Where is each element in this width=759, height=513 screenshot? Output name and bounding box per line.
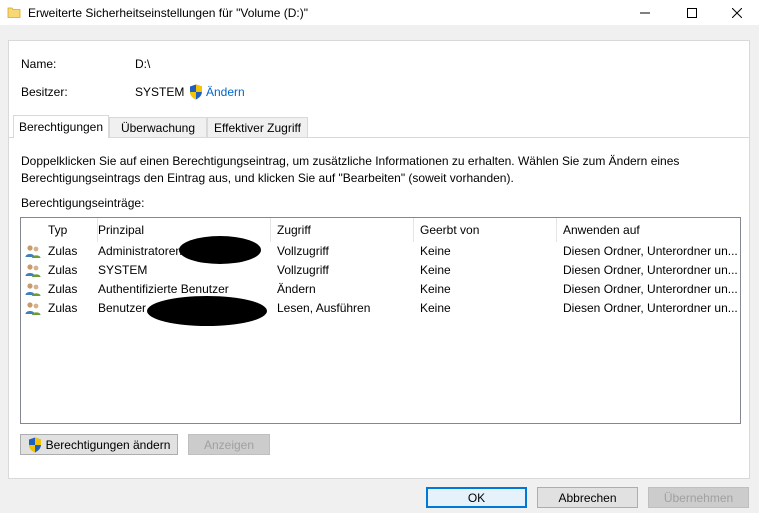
name-label: Name: bbox=[21, 57, 57, 71]
row-principal: Administratoren bbox=[98, 244, 183, 258]
row-type: Zulas bbox=[48, 263, 78, 277]
table-row[interactable]: Zulas Administratoren Vollzugriff Keine … bbox=[21, 242, 740, 261]
tab-effective-access[interactable]: Effektiver Zugriff bbox=[207, 117, 308, 137]
close-button[interactable] bbox=[714, 0, 759, 25]
tab-auditing[interactable]: Überwachung bbox=[109, 117, 207, 137]
redaction-mark bbox=[147, 296, 267, 326]
table-row[interactable]: Zulas Benutzer Lesen, Ausführen Keine Di… bbox=[21, 299, 740, 318]
window-title: Erweiterte Sicherheitseinstellungen für … bbox=[28, 6, 308, 20]
uac-shield-icon bbox=[28, 437, 41, 452]
maximize-button[interactable] bbox=[669, 0, 715, 25]
permission-entries-list[interactable]: Typ Prinzipal Zugriff Geerbt von Anwende… bbox=[20, 217, 741, 424]
instructions-text: Doppelklicken Sie auf einen Berechtigung… bbox=[21, 154, 680, 185]
row-type: Zulas bbox=[48, 301, 78, 315]
title-bar[interactable]: Erweiterte Sicherheitseinstellungen für … bbox=[0, 0, 759, 25]
owner-value: SYSTEM bbox=[135, 85, 185, 99]
tab-permissions[interactable]: Berechtigungen bbox=[13, 115, 109, 138]
row-applies-to: Diesen Ordner, Unterordner un... bbox=[563, 263, 738, 277]
change-permissions-button[interactable]: Berechtigungen ändern bbox=[20, 434, 178, 455]
apply-button[interactable]: Übernehmen bbox=[648, 487, 749, 508]
column-inherited-from[interactable]: Geerbt von bbox=[414, 218, 557, 242]
row-principal: SYSTEM bbox=[98, 263, 148, 277]
show-button[interactable]: Anzeigen bbox=[188, 434, 270, 455]
row-inherited-from: Keine bbox=[420, 244, 451, 258]
change-owner-link[interactable]: Ändern bbox=[206, 85, 245, 99]
row-inherited-from: Keine bbox=[420, 282, 451, 296]
column-applies-to[interactable]: Anwenden auf bbox=[557, 218, 740, 242]
row-inherited-from: Keine bbox=[420, 263, 451, 277]
main-panel: Name: D:\ Besitzer: SYSTEM Ändern Berech… bbox=[8, 40, 750, 479]
close-icon bbox=[732, 7, 742, 18]
permission-entries-label: Berechtigungseinträge: bbox=[21, 196, 145, 210]
table-row[interactable]: Zulas Authentifizierte Benutzer Ändern K… bbox=[21, 280, 740, 299]
row-type: Zulas bbox=[48, 282, 78, 296]
users-icon bbox=[25, 302, 41, 315]
uac-shield-icon bbox=[190, 84, 202, 100]
list-header: Typ Prinzipal Zugriff Geerbt von Anwende… bbox=[21, 218, 740, 242]
row-applies-to: Diesen Ordner, Unterordner un... bbox=[563, 282, 738, 296]
users-icon bbox=[25, 264, 41, 277]
change-permissions-label: Berechtigungen ändern bbox=[45, 437, 171, 452]
row-applies-to: Diesen Ordner, Unterordner un... bbox=[563, 244, 738, 258]
column-access[interactable]: Zugriff bbox=[271, 218, 414, 242]
minimize-button[interactable] bbox=[622, 0, 668, 25]
cancel-button[interactable]: Abbrechen bbox=[537, 487, 638, 508]
tab-strip-border bbox=[9, 137, 749, 138]
security-settings-window: Erweiterte Sicherheitseinstellungen für … bbox=[0, 0, 759, 513]
row-access: Lesen, Ausführen bbox=[277, 301, 371, 315]
name-value: D:\ bbox=[135, 57, 151, 71]
row-access: Vollzugriff bbox=[277, 263, 329, 277]
row-principal: Benutzer bbox=[98, 301, 147, 315]
row-access: Vollzugriff bbox=[277, 244, 329, 258]
column-type[interactable]: Typ bbox=[42, 218, 98, 242]
row-access: Ändern bbox=[277, 282, 316, 296]
row-inherited-from: Keine bbox=[420, 301, 451, 315]
users-icon bbox=[25, 245, 41, 258]
row-type: Zulas bbox=[48, 244, 78, 258]
owner-label: Besitzer: bbox=[21, 85, 68, 99]
redaction-mark bbox=[179, 236, 261, 264]
folder-icon bbox=[7, 7, 21, 18]
users-icon bbox=[25, 283, 41, 296]
maximize-icon bbox=[687, 7, 697, 18]
minimize-icon bbox=[640, 12, 650, 13]
row-applies-to: Diesen Ordner, Unterordner un... bbox=[563, 301, 738, 315]
table-row[interactable]: Zulas SYSTEM Vollzugriff Keine Diesen Or… bbox=[21, 261, 740, 280]
ok-button[interactable]: OK bbox=[426, 487, 527, 508]
